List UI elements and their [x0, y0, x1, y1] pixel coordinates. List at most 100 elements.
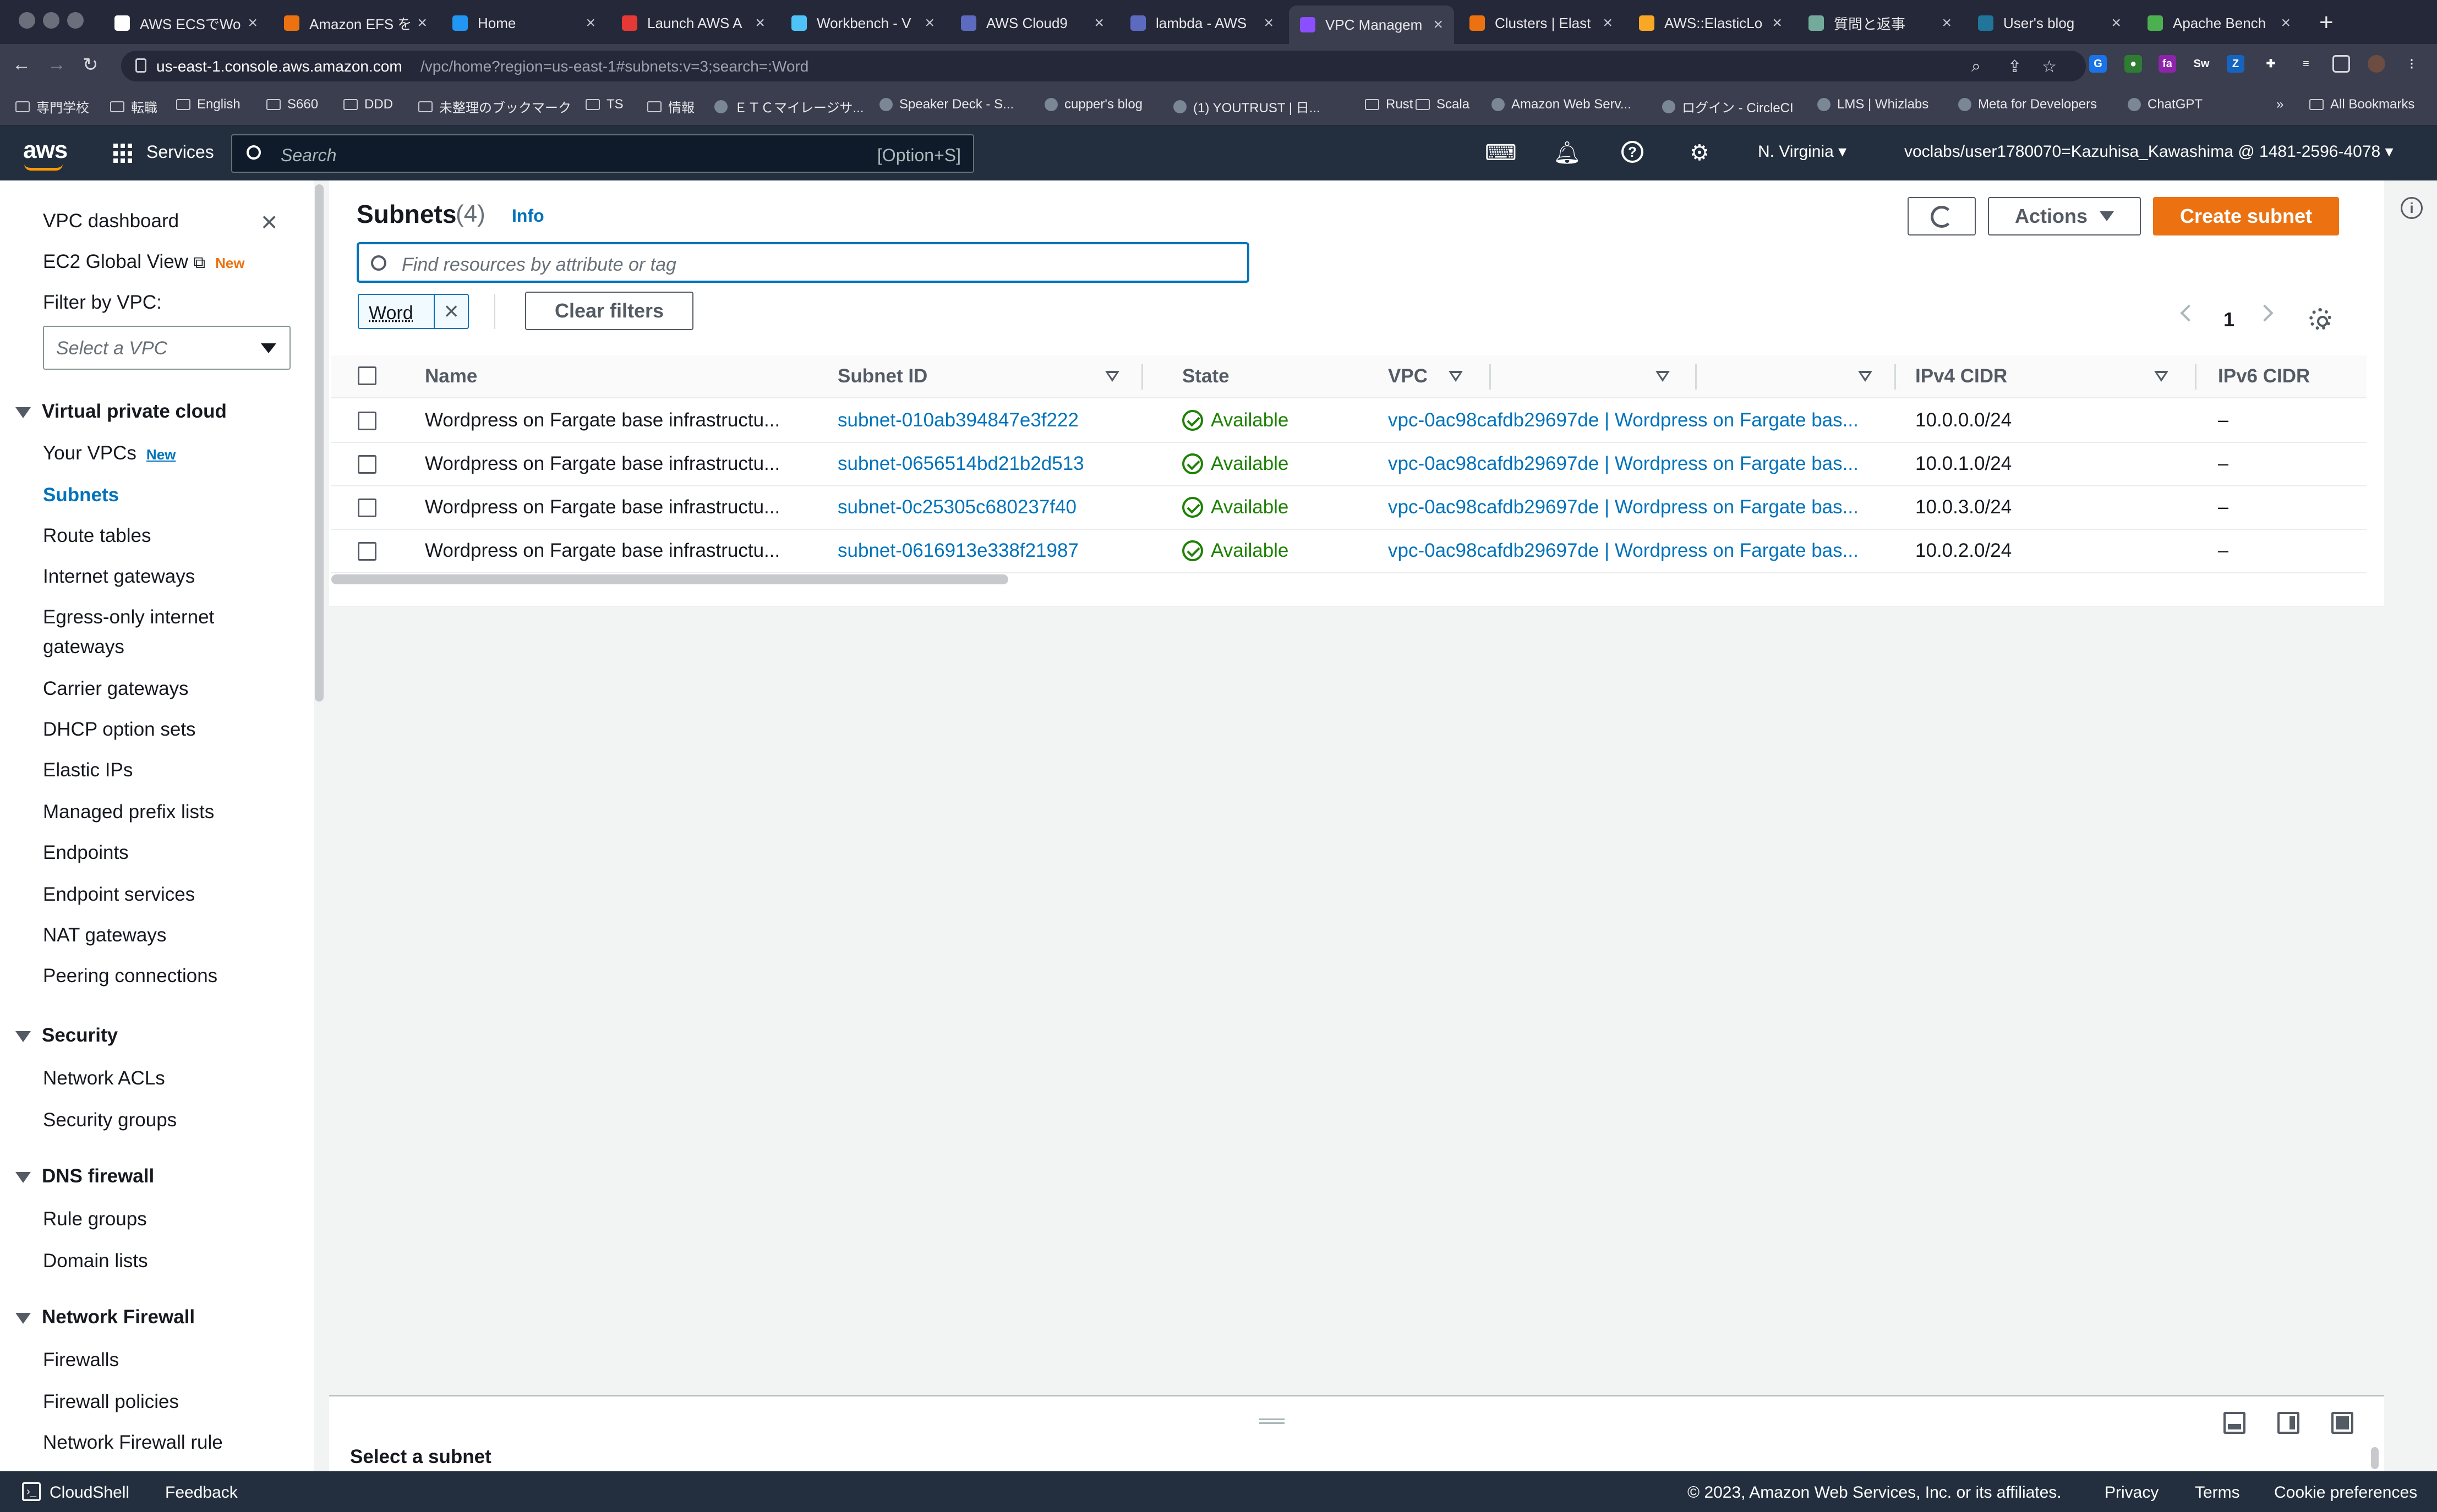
- tab-close-icon[interactable]: ×: [417, 14, 427, 32]
- sidebar-section-header[interactable]: Virtual private cloud: [15, 401, 227, 423]
- cell-vpc-link[interactable]: vpc-0ac98cafdb29697de | Wordpress on Far…: [1388, 409, 1883, 431]
- tab-close-icon[interactable]: ×: [2281, 14, 2291, 32]
- cell-vpc-link[interactable]: vpc-0ac98cafdb29697de | Wordpress on Far…: [1388, 540, 1883, 562]
- sort-icon[interactable]: [1449, 371, 1463, 382]
- extension-icon[interactable]: fa: [2159, 55, 2176, 73]
- sidebar-item[interactable]: Carrier gateways: [43, 678, 189, 700]
- split-panel-bottom-icon[interactable]: [2223, 1412, 2245, 1434]
- tab-close-icon[interactable]: ×: [1772, 14, 1782, 32]
- sidebar-item[interactable]: Network Firewall rule: [43, 1432, 223, 1454]
- address-bar[interactable]: us-east-1.console.aws.amazon.com /vpc/ho…: [121, 51, 2086, 81]
- cloudshell-icon[interactable]: ›_: [22, 1482, 41, 1501]
- sidebar-scrollbar[interactable]: [315, 184, 324, 702]
- browser-menu-icon[interactable]: ⋮: [2403, 55, 2420, 73]
- browser-tab[interactable]: AWS::ElasticLo ×: [1628, 8, 1793, 39]
- feedback-link[interactable]: Feedback: [165, 1483, 238, 1502]
- row-checkbox[interactable]: [358, 455, 376, 474]
- column-header-name[interactable]: Name: [425, 365, 477, 387]
- sidebar-item[interactable]: Security groups: [43, 1109, 177, 1131]
- extension-icon[interactable]: ●: [2124, 55, 2142, 73]
- tab-close-icon[interactable]: ×: [586, 14, 595, 32]
- z-extension-icon[interactable]: Z: [2227, 55, 2244, 73]
- aws-logo[interactable]: aws: [23, 136, 68, 164]
- column-resizer[interactable]: [1695, 364, 1697, 390]
- split-panel-maximize-icon[interactable]: [2331, 1412, 2353, 1434]
- split-panel-scrollbar[interactable]: [2371, 1447, 2379, 1469]
- bookmark-item[interactable]: S660: [266, 97, 318, 112]
- translate-extension-icon[interactable]: G: [2089, 55, 2107, 73]
- browser-tab[interactable]: AWS ECSでWo ×: [103, 8, 269, 39]
- bookmark-item[interactable]: ログイン - CircleCI: [1662, 97, 1794, 116]
- column-header-ipv4-cidr[interactable]: IPv4 CIDR: [1915, 365, 2007, 387]
- zoom-icon[interactable]: ⌕: [1971, 57, 1981, 76]
- row-checkbox[interactable]: [358, 412, 376, 430]
- column-resizer[interactable]: [1489, 364, 1491, 390]
- column-header-ipv6-cidr[interactable]: IPv6 CIDR: [2218, 365, 2310, 387]
- sidebar-item[interactable]: Firewalls: [43, 1349, 119, 1371]
- sidebar-item[interactable]: DHCP option sets: [43, 719, 196, 741]
- sidebar-item[interactable]: Network ACLs: [43, 1067, 165, 1089]
- column-header-vpc[interactable]: VPC: [1388, 365, 1428, 387]
- more-bookmarks-button[interactable]: »: [2276, 97, 2283, 112]
- cell-subnet-id-link[interactable]: subnet-0656514bd21b2d513: [838, 453, 1146, 475]
- browser-tab[interactable]: AWS Cloud9 ×: [950, 8, 1115, 39]
- bookmark-item[interactable]: DDD: [343, 97, 393, 112]
- browser-tab[interactable]: Home ×: [441, 8, 606, 39]
- aws-search-input[interactable]: Search [Option+S]: [231, 134, 974, 173]
- bookmark-item[interactable]: 未整理のブックマーク: [418, 97, 571, 116]
- split-panel-side-icon[interactable]: [2277, 1412, 2299, 1434]
- split-panel-resize-handle[interactable]: [1259, 1418, 1285, 1424]
- browser-tab[interactable]: Clusters | Elast ×: [1458, 8, 1624, 39]
- bookmark-item[interactable]: Rust: [1365, 97, 1413, 112]
- browser-tab[interactable]: lambda - AWS ×: [1119, 8, 1285, 39]
- cloudshell-link[interactable]: CloudShell: [50, 1483, 129, 1502]
- new-tab-button[interactable]: +: [2319, 9, 2334, 36]
- window-minimize-button[interactable]: [43, 12, 59, 29]
- sidebar-item[interactable]: Subnets: [43, 484, 119, 506]
- privacy-link[interactable]: Privacy: [2105, 1483, 2159, 1502]
- bookmark-item[interactable]: (1) YOUTRUST | 日...: [1173, 97, 1320, 116]
- sort-icon[interactable]: [1105, 371, 1119, 382]
- bookmark-item[interactable]: Speaker Deck - S...: [879, 97, 1014, 112]
- sidebar-item[interactable]: Elastic IPs: [43, 759, 133, 781]
- cell-vpc-link[interactable]: vpc-0ac98cafdb29697de | Wordpress on Far…: [1388, 453, 1883, 475]
- sort-icon[interactable]: [1858, 371, 1872, 382]
- cloudshell-icon[interactable]: ⌨: [1485, 141, 1517, 165]
- tab-close-icon[interactable]: ×: [248, 14, 258, 32]
- refresh-button[interactable]: [1908, 197, 1976, 235]
- browser-tab[interactable]: Amazon EFS を ×: [273, 8, 438, 39]
- bookmark-item[interactable]: 転職: [110, 97, 157, 116]
- column-header-state[interactable]: State: [1182, 365, 1230, 387]
- resource-filter-input[interactable]: Find resources by attribute or tag: [357, 242, 1249, 283]
- bookmark-item[interactable]: ＥＴＣマイレージサ...: [714, 97, 864, 116]
- tab-close-icon[interactable]: ×: [1603, 14, 1613, 32]
- sidebar-item-ec2-global-view[interactable]: EC2 Global View ⧉ New: [43, 251, 245, 273]
- sidebar-item[interactable]: Egress-only internet: [43, 606, 214, 628]
- reload-icon[interactable]: ↻: [83, 54, 99, 76]
- region-selector[interactable]: N. Virginia ▾: [1758, 142, 1846, 161]
- tab-close-icon[interactable]: ×: [1094, 14, 1104, 32]
- reading-list-icon[interactable]: ≡: [2297, 55, 2315, 73]
- bookmark-item[interactable]: ChatGPT: [2128, 97, 2203, 112]
- browser-tab[interactable]: Apache Bench ×: [2137, 8, 2302, 39]
- bookmark-item[interactable]: 専門学校: [15, 97, 89, 116]
- help-icon[interactable]: ?: [1621, 141, 1643, 163]
- column-resizer[interactable]: [1141, 364, 1143, 390]
- bookmark-item[interactable]: Scala: [1416, 97, 1469, 112]
- create-subnet-button[interactable]: Create subnet: [2153, 197, 2339, 235]
- tab-close-icon[interactable]: ×: [1942, 14, 1952, 32]
- sidebar-item[interactable]: Your VPCs New: [43, 442, 176, 464]
- cell-subnet-id-link[interactable]: subnet-0616913e338f21987: [838, 540, 1146, 562]
- sidebar-item[interactable]: Domain lists: [43, 1250, 148, 1272]
- table-row[interactable]: Wordpress on Fargate base infrastructu..…: [331, 530, 2367, 573]
- sort-icon[interactable]: [1655, 371, 1670, 382]
- sidebar-item[interactable]: Route tables: [43, 525, 151, 547]
- tab-close-icon[interactable]: ×: [1264, 14, 1274, 32]
- sidebar-item[interactable]: Firewall policies: [43, 1391, 179, 1413]
- remove-token-close-icon[interactable]: ×: [434, 295, 468, 328]
- tab-close-icon[interactable]: ×: [1433, 15, 1443, 34]
- services-menu-button[interactable]: Services: [146, 142, 214, 162]
- browser-tab[interactable]: 質問と返事 ×: [1797, 8, 1963, 39]
- table-row[interactable]: Wordpress on Fargate base infrastructu..…: [331, 443, 2367, 486]
- sort-icon[interactable]: [2154, 371, 2168, 382]
